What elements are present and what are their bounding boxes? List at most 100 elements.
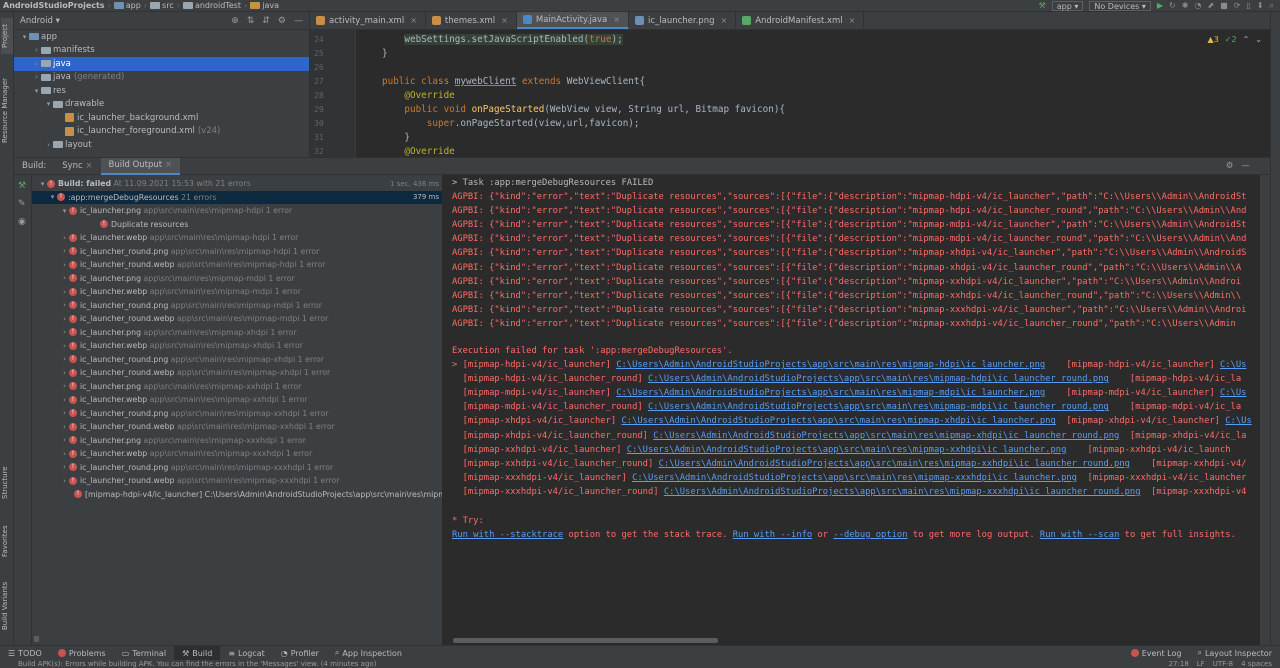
chevron-right-icon[interactable]: › (60, 342, 69, 350)
device-select[interactable]: No Devices ▾ (1089, 1, 1151, 11)
build-file-row[interactable]: ›! ic_launcher_round.webp app\src\main\re… (32, 312, 442, 326)
editor-tab[interactable]: themes.xml × (426, 12, 517, 29)
stop-icon[interactable]: ■ (1220, 1, 1228, 11)
tab-layout-inspector[interactable]: ⌕ Layout Inspector (1189, 646, 1280, 661)
eye-icon[interactable]: ◉ (18, 217, 26, 227)
chevron-right-icon[interactable]: › (60, 423, 69, 431)
side-tab-favorites[interactable]: Favorites (1, 520, 13, 562)
chevron-down-icon[interactable]: ▾ (38, 180, 47, 188)
tree-scrollbar[interactable] (34, 636, 39, 642)
build-file-row[interactable]: ›! ic_launcher.webp app\src\main\res\mipm… (32, 447, 442, 461)
build-file-row[interactable]: ›! ic_launcher_round.webp app\src\main\re… (32, 420, 442, 434)
task-row[interactable]: ▾ ! :app:mergeDebugResources 21 errors 3… (32, 190, 442, 204)
tab-sync[interactable]: Sync × (54, 158, 100, 175)
chevron-right-icon[interactable]: › (60, 355, 69, 363)
chevron-right-icon[interactable]: › (60, 328, 69, 336)
console-hscrollbar[interactable] (453, 638, 718, 643)
chevron-down-icon[interactable]: ▾ (20, 33, 29, 41)
scan-link[interactable]: Run with --scan (1040, 530, 1119, 540)
build-file-row[interactable]: ›! ic_launcher.webp app\src\main\res\mipm… (32, 285, 442, 299)
close-icon[interactable]: × (85, 161, 92, 171)
resource-path-link[interactable]: C:\Users\Admin\AndroidStudioProjects\app… (648, 374, 1109, 384)
chevron-right-icon[interactable]: › (32, 46, 41, 54)
tab-event-log[interactable]: Event Log (1123, 646, 1190, 661)
close-icon[interactable]: × (613, 15, 620, 24)
close-icon[interactable]: × (501, 16, 508, 25)
build-summary-row[interactable]: ▾ ! Build: failed At 11.09.2021 15:53 wi… (32, 177, 442, 191)
project-tree-item[interactable]: ▾ res (14, 84, 309, 98)
tab-logcat[interactable]: ≡ Logcat (220, 646, 272, 661)
build-file-row[interactable]: ›! ic_launcher_round.webp app\src\main\re… (32, 474, 442, 488)
hammer-icon[interactable]: ⚒ (18, 181, 26, 191)
chevron-down-icon[interactable]: ▾ (44, 100, 53, 108)
line-separator[interactable]: LF (1197, 660, 1205, 668)
editor-tab[interactable]: activity_main.xml × (310, 12, 426, 29)
chevron-down-icon[interactable]: ▾ (32, 87, 41, 95)
build-file-row[interactable]: ›! ic_launcher.png app\src\main\res\mipma… (32, 326, 442, 340)
breadcrumb-app[interactable]: app (111, 1, 144, 10)
project-tree-item[interactable]: ic_launcher_foreground.xml (v24) (14, 125, 309, 139)
chevron-up-icon[interactable]: ⌃ (1243, 35, 1250, 44)
build-file-row[interactable]: ›! ic_launcher.webp app\src\main\res\mipm… (32, 231, 442, 245)
build-file-row[interactable]: ›! ic_launcher.webp app\src\main\res\mipm… (32, 339, 442, 353)
search-icon[interactable]: ⌕ (1270, 1, 1274, 11)
resource-path-link[interactable]: C:\Users\Admin\AndroidStudioProjects\app… (659, 459, 1130, 469)
chevron-right-icon[interactable]: › (60, 247, 69, 255)
minimize-icon[interactable]: — (294, 16, 303, 26)
build-file-row[interactable]: ›! ic_launcher.png app\src\main\res\mipma… (32, 272, 442, 286)
build-file-row[interactable]: ›! ic_launcher.webp app\src\main\res\mipm… (32, 393, 442, 407)
build-file-row[interactable]: ›! ic_launcher_round.png app\src\main\res… (32, 245, 442, 259)
build-console[interactable]: > Task :app:mergeDebugResources FAILED A… (444, 175, 1260, 645)
chevron-right-icon[interactable]: › (60, 477, 69, 485)
resource-path-link[interactable]: C:\Users\Admin\AndroidStudioProjects\app… (653, 431, 1119, 441)
indent-setting[interactable]: 4 spaces (1241, 660, 1272, 668)
editor-tab[interactable]: MainActivity.java × (516, 12, 629, 29)
build-file-row[interactable]: ›! ic_launcher.png app\src\main\res\mipma… (32, 380, 442, 394)
chevron-right-icon[interactable]: › (60, 301, 69, 309)
expand-icon[interactable]: ⇵ (262, 16, 270, 26)
breadcrumb-androidtest[interactable]: androidTest (180, 1, 244, 10)
close-icon[interactable]: × (849, 16, 856, 25)
resource-path-link[interactable]: C:\Users\Admin\AndroidStudioProjects\app… (648, 402, 1109, 412)
chevron-right-icon[interactable]: › (60, 369, 69, 377)
breadcrumb-project[interactable]: AndroidStudioProjects (0, 1, 108, 10)
build-file-row[interactable]: ›! ic_launcher.png app\src\main\res\mipma… (32, 434, 442, 448)
side-tab-project[interactable]: Project (1, 18, 13, 54)
collapse-all-icon[interactable]: ⇅ (247, 16, 255, 26)
build-file-row[interactable]: ›! ic_launcher_round.png app\src\main\res… (32, 461, 442, 475)
project-tree-item[interactable]: ▾ drawable (14, 98, 309, 112)
chevron-down-icon[interactable]: ▾ (48, 193, 57, 201)
project-view-select[interactable]: Android ▾ (20, 16, 60, 26)
project-tree-item[interactable]: › java (14, 57, 309, 71)
debug-link[interactable]: --debug option (833, 530, 907, 540)
run-config-select[interactable]: app ▾ (1051, 1, 1084, 11)
side-tab-structure[interactable]: Structure (1, 460, 13, 506)
resource-path-link[interactable]: C:\Users\Admin\AndroidStudioProjects\app… (616, 360, 1045, 370)
resource-path-link[interactable]: C:\Users\Admin\AndroidStudioProjects\app… (632, 473, 1077, 483)
resource-path-link[interactable]: C:\Us (1220, 360, 1246, 370)
chevron-right-icon[interactable]: › (32, 73, 41, 81)
build-file-row[interactable]: ›! ic_launcher_round.webp app\src\main\re… (32, 258, 442, 272)
gear-icon[interactable]: ⚙ (278, 16, 286, 26)
chevron-right-icon[interactable]: › (60, 261, 69, 269)
resource-path-link[interactable]: C:\Us (1225, 416, 1251, 426)
avd-manager-icon[interactable]: ▯ (1246, 1, 1250, 11)
build-file-row[interactable]: ›! ic_launcher_round.png app\src\main\res… (32, 353, 442, 367)
inspection-widget[interactable]: ▲3 ✓2 ⌃ ⌄ (1208, 35, 1262, 44)
resource-path-link[interactable]: C:\Users\Admin\AndroidStudioProjects\app… (621, 416, 1055, 426)
project-tree-item[interactable]: › java (generated) (14, 71, 309, 85)
chevron-right-icon[interactable]: › (60, 382, 69, 390)
status-message[interactable]: Build APK(s): Errors while building APK.… (18, 660, 376, 668)
project-tree-item[interactable]: ic_launcher_background.xml (14, 111, 309, 125)
last-error-row[interactable]: ! [mipmap-hdpi-v4/ic_launcher] C:\Users\… (32, 488, 442, 502)
sdk-manager-icon[interactable]: ⬇ (1257, 1, 1264, 11)
tab-todo[interactable]: ☰ TODO (0, 646, 50, 661)
resource-path-link[interactable]: C:\Users\Admin\AndroidStudioProjects\app… (627, 445, 1067, 455)
caret-position[interactable]: 27:18 (1169, 660, 1189, 668)
breadcrumb-java[interactable]: java (247, 1, 282, 10)
stacktrace-link[interactable]: Run with --stacktrace (452, 530, 563, 540)
tab-profiler[interactable]: ◔ Profiler (273, 646, 327, 661)
hammer-icon[interactable]: ⚒ (1039, 1, 1046, 11)
close-icon[interactable]: × (410, 16, 417, 25)
sync-icon[interactable]: ⟳ (1234, 1, 1241, 11)
